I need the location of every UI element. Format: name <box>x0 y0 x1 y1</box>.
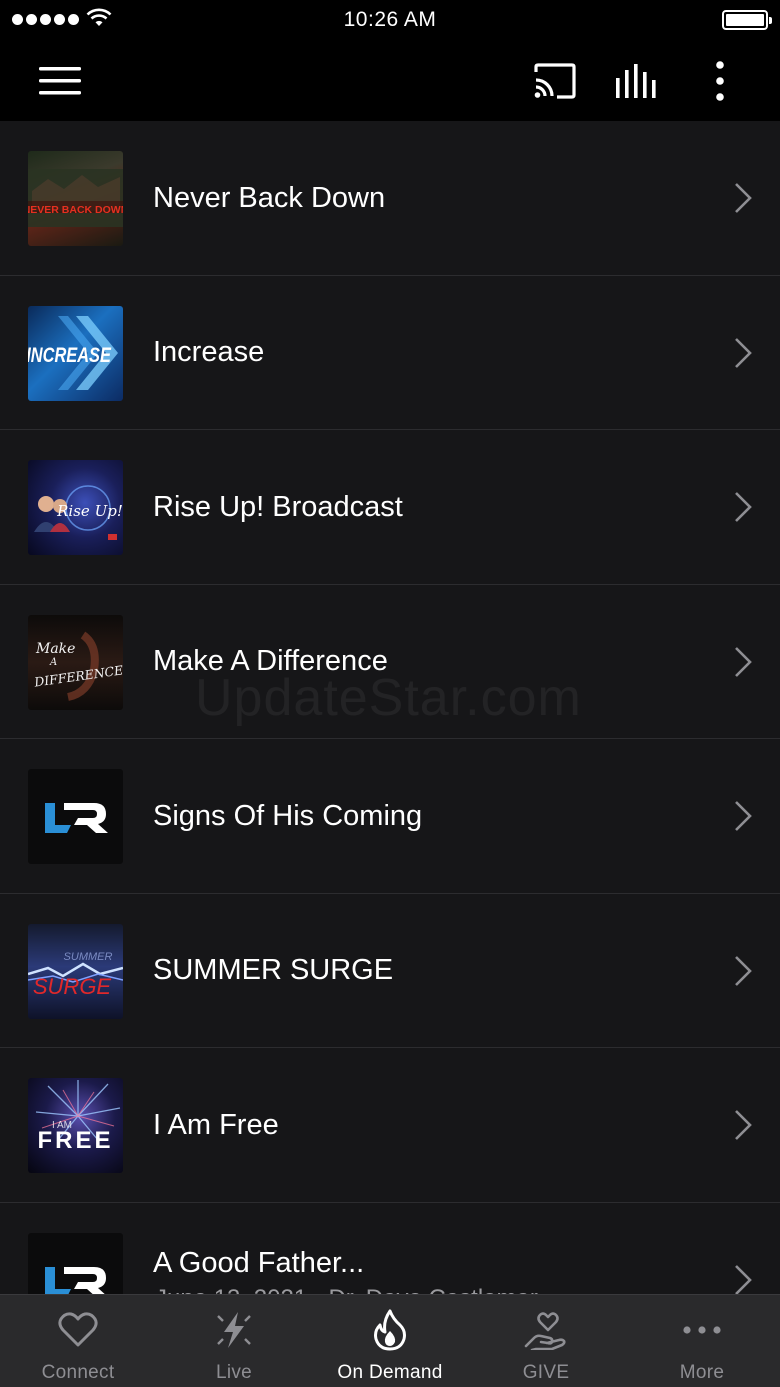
tab-give[interactable]: GIVE <box>468 1295 624 1387</box>
tab-label: GIVE <box>522 1362 570 1383</box>
status-bar: 10:26 AM <box>0 0 780 40</box>
cast-button[interactable] <box>528 40 582 121</box>
svg-text:DIFFERENCE: DIFFERENCE <box>32 662 123 689</box>
lr-logo-thumbnail <box>28 1232 123 1294</box>
list-item[interactable]: SUMMER SURGE SUMMER SURGE <box>0 893 780 1048</box>
list-item[interactable]: A Good Father... June 13, 2021 - Dr. Dav… <box>0 1202 780 1295</box>
chevron-right-icon <box>734 430 752 584</box>
chevron-right-icon <box>734 1048 752 1202</box>
list-item[interactable]: I AM FREE I Am Free <box>0 1048 780 1203</box>
list-item-title: A Good Father... <box>153 1246 365 1279</box>
status-time: 10:26 AM <box>343 8 437 31</box>
svg-text:Make: Make <box>35 641 75 657</box>
list-item[interactable]: Make A DIFFERENCE Make A Difference <box>0 584 780 739</box>
on-demand-list[interactable]: NEVER BACK DOWN Never Back Down INCREASE… <box>0 121 780 1294</box>
thumbnail-text: SURGE <box>33 974 112 999</box>
vertical-dots-icon <box>716 60 724 101</box>
list-item[interactable]: INCREASE Increase <box>0 275 780 430</box>
heart-icon <box>0 1309 156 1351</box>
chevron-right-icon <box>734 585 752 739</box>
svg-text:A: A <box>49 657 57 668</box>
tab-label: On Demand <box>337 1362 443 1383</box>
thumbnail-image: SUMMER SURGE <box>28 923 123 1019</box>
cast-icon <box>534 62 576 99</box>
bottom-tab-bar: Connect Live On Demand GIVE More <box>0 1294 780 1387</box>
thumbnail-text: FREE <box>37 1127 113 1154</box>
tab-on-demand[interactable]: On Demand <box>312 1295 468 1387</box>
list-item-title: SUMMER SURGE <box>153 954 394 986</box>
chevron-right-icon <box>734 276 752 430</box>
hamburger-menu-button[interactable] <box>30 40 90 121</box>
horizontal-dots-icon <box>624 1309 780 1351</box>
list-item-title: Rise Up! Broadcast <box>153 490 403 523</box>
hamburger-icon <box>39 66 81 94</box>
flame-icon <box>312 1309 468 1351</box>
thumbnail-image: NEVER BACK DOWN <box>28 151 123 246</box>
list-item[interactable]: NEVER BACK DOWN Never Back Down <box>0 121 780 276</box>
tab-label: Connect <box>41 1362 115 1383</box>
give-hand-heart-icon <box>468 1309 624 1351</box>
tab-more[interactable]: More <box>624 1295 780 1387</box>
list-item-title: Signs Of His Coming <box>153 799 423 832</box>
audio-bars-icon <box>616 63 656 98</box>
chevron-right-icon <box>734 894 752 1048</box>
list-item-title: I Am Free <box>153 1108 279 1141</box>
list-item-title: Increase <box>153 336 265 368</box>
thumbnail-text: Rise Up! <box>56 502 123 520</box>
chevron-right-icon <box>734 739 752 893</box>
list-item-title: Make A Difference <box>153 645 388 677</box>
thumbnail-text: NEVER BACK DOWN <box>28 204 123 216</box>
list-item[interactable]: Signs Of His Coming <box>0 739 780 894</box>
chevron-right-icon <box>734 1203 752 1294</box>
audio-button[interactable] <box>610 40 664 121</box>
list-item-subtitle: June 13, 2021 - Dr. Dave Castlemar <box>155 1285 538 1295</box>
lr-logo-thumbnail <box>28 769 123 864</box>
thumbnail-image: Make A DIFFERENCE <box>28 614 123 710</box>
live-bolt-icon <box>156 1309 312 1351</box>
thumbnail-image: I AM FREE <box>28 1078 123 1173</box>
list-item-title: Never Back Down <box>153 181 386 214</box>
tab-connect[interactable]: Connect <box>0 1295 156 1387</box>
overflow-menu-button[interactable] <box>700 40 740 121</box>
thumbnail-text: INCREASE <box>28 343 112 366</box>
tab-label: Live <box>215 1362 253 1383</box>
tab-live[interactable]: Live <box>156 1295 312 1387</box>
thumbnail-image: Rise Up! <box>28 460 123 555</box>
battery-icon <box>722 10 772 30</box>
tab-label: More <box>679 1362 725 1383</box>
chevron-right-icon <box>734 121 752 275</box>
svg-text:SUMMER: SUMMER <box>64 951 113 963</box>
list-item[interactable]: Rise Up! Rise Up! Broadcast <box>0 430 780 585</box>
thumbnail-image: INCREASE <box>28 305 123 401</box>
top-nav-bar <box>0 40 780 121</box>
